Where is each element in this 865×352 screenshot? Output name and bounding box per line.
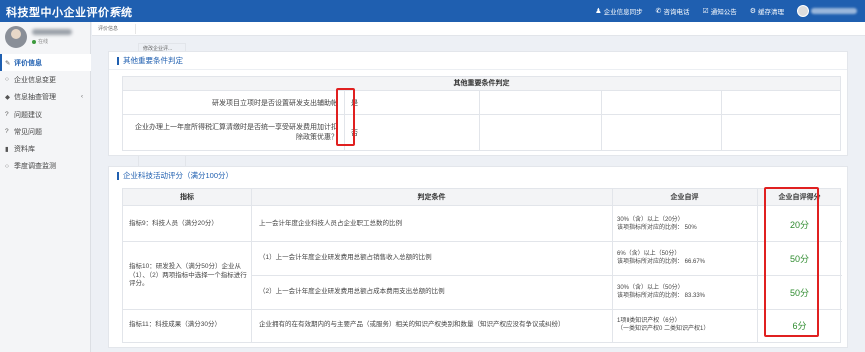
- sidebar-item-label: 评价信息: [14, 59, 42, 67]
- cache-icon: ⚙: [749, 8, 756, 15]
- tab-evaluation-info[interactable]: 评价信息: [94, 24, 136, 34]
- sidebar-item-label: 问题建议: [14, 111, 42, 119]
- survey-icon: ○: [5, 162, 9, 170]
- sidebar-item-library[interactable]: ▮ 资料库: [0, 140, 91, 157]
- sidebar-item-suggestions[interactable]: ? 问题建议: [0, 106, 91, 123]
- sidebar-profile: 在线: [0, 22, 91, 52]
- self-eval-option: 1项Ⅱ类知识产权（6分）: [617, 318, 681, 324]
- self-eval-ratio: 该项指标所对应的比例： 50%: [617, 225, 697, 231]
- clear-cache-label: 缓存清理: [758, 9, 784, 16]
- library-icon: ▮: [5, 146, 9, 154]
- avatar: [797, 5, 809, 17]
- empty-cell: [480, 115, 602, 150]
- table-row: 企业办理上一年度所得税汇算清缴时是否统一享受研发费用加计扣除政策优惠？ 否: [122, 115, 841, 151]
- top-bar: 科技型中小企业评价系统 ≡ ♟ 企业信息同步 ✆ 咨询电话 ☑ 通知公告 ⚙ 缓…: [0, 0, 865, 22]
- condition-cell: 企业拥有的在有效期内的与主要产品（或服务）相关的知识产权类别和数量（知识产权应没…: [259, 321, 565, 328]
- sidebar-nav: ✎ 评价信息 ○ 企业信息变更 ◆ 信息抽查管理 ‹ ? 问题建议 ? 常见问题…: [0, 54, 91, 175]
- empty-cell: [602, 115, 722, 150]
- top-actions: ♟ 企业信息同步 ✆ 咨询电话 ☑ 通知公告 ⚙ 缓存清理: [595, 0, 857, 22]
- sidebar-item-label: 常见问题: [14, 128, 42, 136]
- user-menu[interactable]: [797, 5, 857, 17]
- highlight-box-answers: [336, 88, 355, 146]
- self-eval-option: 6%（含）以上（50分）: [617, 251, 681, 257]
- table-header: 指标 判定条件 企业自评 企业自评得分: [123, 189, 840, 206]
- circle-icon: ○: [5, 76, 9, 84]
- profile-name-redacted: [32, 29, 72, 35]
- table-row: 研发项目立项时是否设置研发支出辅助帐 是: [122, 91, 841, 115]
- sidebar-item-label: 资料库: [14, 146, 35, 154]
- indicator-cell: 指标10：研发投入（满分50分）企业从（1）、（2）两项指标中选择一个指标进行评…: [129, 263, 247, 287]
- indicator-cell: 指标11：科技成果（满分30分）: [129, 321, 221, 328]
- self-eval-cell: 6%（含）以上（50分） 该项指标所对应的比例： 66.67%: [617, 250, 755, 266]
- tab-bar: 评价信息 修改企业评...: [92, 22, 865, 198]
- self-eval-ratio: 该项指标所对应的比例： 83.33%: [617, 293, 706, 299]
- notice-button[interactable]: ☑ 通知公告: [702, 6, 736, 16]
- divider: [123, 241, 842, 242]
- divider: [251, 275, 842, 276]
- sync-company-info-label: 企业信息同步: [603, 9, 643, 16]
- other-conditions-card: 其他重要条件判定 其他重要条件判定 研发项目立项时是否设置研发支出辅助帐 是 企…: [108, 51, 848, 156]
- self-eval-cell: 30%（含）以上（20分） 该项指标所对应的比例： 50%: [617, 216, 755, 232]
- condition-answer-cell: 是: [344, 91, 480, 114]
- notice-label: 通知公告: [710, 9, 737, 16]
- section-title: 其他重要条件判定: [117, 57, 183, 65]
- condition-cell: （1）上一会计年度企业研发费用总额占销售收入总额的比例: [259, 254, 432, 261]
- condition-cell: 上一会计年度企业科技人员占企业职工总数的比例: [259, 220, 402, 227]
- table-header: 其他重要条件判定: [122, 76, 841, 91]
- section-title: 企业科技活动评分（满分100分）: [117, 172, 233, 180]
- sidebar-item-label: 季度调查监测: [14, 163, 56, 171]
- highlight-box-scores: [764, 187, 819, 337]
- online-status-icon: [32, 40, 36, 44]
- user-name-redacted: [811, 8, 857, 14]
- condition-label: 研发项目立项时是否设置研发支出辅助帐: [212, 99, 338, 107]
- condition-answer-cell: 否: [344, 115, 480, 150]
- question-icon: ?: [5, 111, 9, 119]
- condition-label: 企业办理上一年度所得税汇算清缴时是否统一享受研发费用加计扣除政策优惠？: [135, 123, 338, 141]
- sidebar-item-evaluation-info[interactable]: ✎ 评价信息: [0, 54, 91, 72]
- chevron-left-icon: ‹: [81, 94, 83, 101]
- sidebar-item-spot-check[interactable]: ◆ 信息抽查管理 ‹: [0, 89, 91, 106]
- sidebar-item-faq[interactable]: ? 常见问题: [0, 123, 91, 140]
- clear-cache-button[interactable]: ⚙ 缓存清理: [750, 6, 784, 16]
- notice-icon: ☑: [702, 8, 709, 15]
- online-status-label: 在线: [38, 39, 49, 45]
- tech-activity-score-card: 企业科技活动评分（满分100分） 指标 判定条件 企业自评 企业自评得分 指标9…: [108, 166, 848, 348]
- sidebar: 在线 ✎ 评价信息 ○ 企业信息变更 ◆ 信息抽查管理 ‹ ? 问题建议 ? 常…: [0, 22, 91, 352]
- consult-phone-button[interactable]: ✆ 咨询电话: [656, 6, 690, 16]
- edit-icon: ✎: [5, 59, 11, 67]
- sidebar-item-quarterly-survey[interactable]: ○ 季度调查监测: [0, 158, 91, 175]
- sidebar-item-label: 企业信息变更: [14, 76, 56, 84]
- self-eval-option: 30%（含）以上（20分）: [617, 217, 684, 223]
- score-table: 指标 判定条件 企业自评 企业自评得分 指标9：科技人员（满分20分） 上一会计…: [122, 188, 842, 343]
- divider: [612, 189, 613, 342]
- condition-cell: （2）上一会计年度企业研发费用总额占成本费用支出总额的比例: [259, 288, 445, 295]
- tag-icon: ◆: [5, 94, 10, 102]
- profile-avatar: [5, 26, 27, 48]
- empty-cell: [480, 91, 602, 114]
- self-eval-ratio: （一类知识产权0 二类知识产权1）: [617, 326, 710, 332]
- divider: [109, 69, 847, 70]
- user-icon: ♟: [595, 8, 602, 15]
- header-indicator: 指标: [180, 194, 194, 201]
- header-self-eval: 企业自评: [670, 194, 699, 201]
- self-eval-option: 30%（含）以上（50分）: [617, 285, 684, 291]
- consult-phone-label: 咨询电话: [663, 9, 690, 16]
- self-eval-ratio: 该项指标所对应的比例： 66.67%: [617, 259, 706, 265]
- menu-toggle-icon[interactable]: ≡: [115, 4, 121, 16]
- header-condition: 判定条件: [417, 194, 446, 201]
- phone-icon: ✆: [655, 8, 662, 15]
- indicator-cell: 指标9：科技人员（满分20分）: [129, 220, 218, 227]
- divider: [251, 189, 252, 342]
- divider: [123, 309, 842, 310]
- sync-company-info-button[interactable]: ♟ 企业信息同步: [595, 6, 642, 16]
- empty-cell: [602, 91, 722, 114]
- help-icon: ?: [5, 128, 9, 136]
- self-eval-cell: 30%（含）以上（50分） 该项指标所对应的比例： 83.33%: [617, 284, 755, 300]
- self-eval-cell: 1项Ⅱ类知识产权（6分） （一类知识产权0 二类知识产权1）: [617, 317, 755, 333]
- app-title: 科技型中小企业评价系统: [6, 7, 133, 19]
- sidebar-item-label: 信息抽查管理: [14, 94, 56, 102]
- sidebar-item-company-info-change[interactable]: ○ 企业信息变更: [0, 71, 91, 88]
